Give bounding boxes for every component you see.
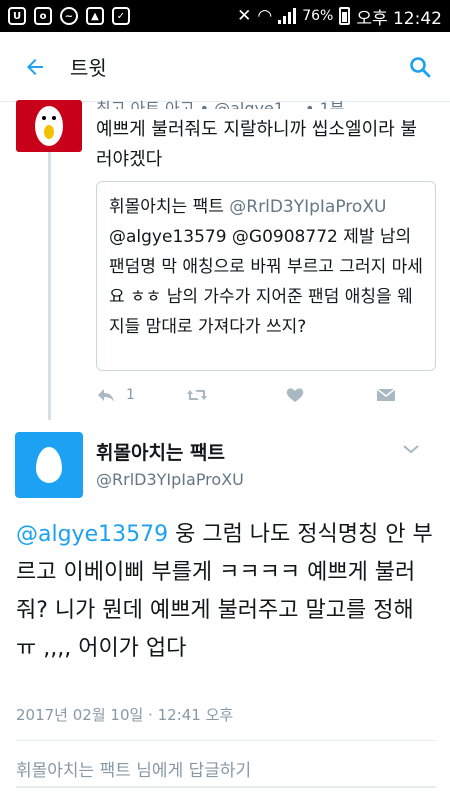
battery-icon	[339, 7, 351, 25]
back-button[interactable]	[0, 32, 70, 102]
reply-button[interactable]: 1	[96, 387, 186, 403]
search-icon	[410, 56, 431, 77]
messenger-notification-icon: ~	[60, 7, 78, 25]
dm-button[interactable]	[376, 387, 396, 403]
quoted-tweet-text: @algye13579 @G0908772 제발 남의 팬덤명 막 애칭으로 바…	[109, 227, 423, 337]
envelope-icon	[376, 388, 396, 401]
search-button[interactable]	[390, 32, 450, 102]
tweet-timestamp: 2017년 02월 10일 · 12:41 오후	[16, 706, 234, 724]
heart-icon	[286, 388, 304, 402]
battery-percent: 76%	[302, 8, 334, 24]
tweet-options-button[interactable]	[402, 440, 420, 459]
clock: 오후 12:42	[356, 8, 442, 29]
page-title: 트윗	[70, 56, 107, 80]
mute-icon: ✕	[237, 6, 252, 26]
app-bar: 트윗	[0, 32, 450, 102]
tweet-header: 최고 아트 아고 • @algye1… • 1분	[96, 99, 345, 109]
quoted-tweet-handle: @RrlD3YIpIaProXU	[229, 197, 387, 217]
like-button[interactable]	[286, 387, 376, 403]
reply-input[interactable]: 휘몰아치는 팩트 님에게 답글하기	[16, 756, 251, 781]
thread-tweet[interactable]: 최고 아트 아고 • @algye1… • 1분 예쁘게 불러줘도 지랄하니까 …	[0, 95, 450, 410]
notification-icons: U o ~ ▲ ✓	[8, 7, 130, 25]
cartoon-avatar-icon	[35, 106, 63, 146]
reply-icon	[98, 389, 114, 402]
quoted-tweet[interactable]: 휘몰아치는 팩트 @RrlD3YIpIaProXU @algye13579 @G…	[96, 181, 436, 371]
divider	[16, 740, 436, 741]
tweet-actions: 1	[96, 383, 416, 407]
camera-notification-icon: o	[34, 7, 52, 25]
tweet-author-handle[interactable]: @RrlD3YIpIaProXU	[96, 470, 244, 489]
tweet-author-name[interactable]: 휘몰아치는 팩트	[96, 438, 225, 465]
wifi-icon: ◠	[257, 6, 273, 26]
egg-avatar-icon	[36, 447, 62, 483]
gallery-notification-icon: ▲	[86, 7, 104, 25]
thread-connector	[48, 152, 51, 420]
app-notification-icon: U	[8, 7, 26, 25]
chevron-down-icon	[403, 445, 419, 454]
tweet-text: @algye13579 웅 그럼 나도 정식명칭 안 부르고 이베이삐 부를게 …	[16, 516, 436, 668]
reply-count: 1	[126, 387, 135, 403]
retweet-icon	[187, 390, 207, 400]
checkbox-notification-icon: ✓	[112, 7, 130, 25]
retweet-button[interactable]	[186, 387, 286, 403]
signal-icon	[278, 8, 297, 24]
avatar[interactable]	[16, 100, 82, 152]
quoted-tweet-name: 휘몰아치는 팩트	[109, 197, 224, 217]
tweet-text: 예쁘게 불러줘도 지랄하니까 씹소엘이라 불러야겠다	[96, 119, 417, 170]
arrow-left-icon	[27, 58, 43, 75]
reply-input-underline	[16, 786, 436, 788]
status-bar: U o ~ ▲ ✓ ✕ ◠ 76% 오후 12:42	[0, 0, 450, 32]
mention-link[interactable]: @algye13579	[16, 522, 168, 547]
avatar[interactable]	[15, 432, 83, 498]
